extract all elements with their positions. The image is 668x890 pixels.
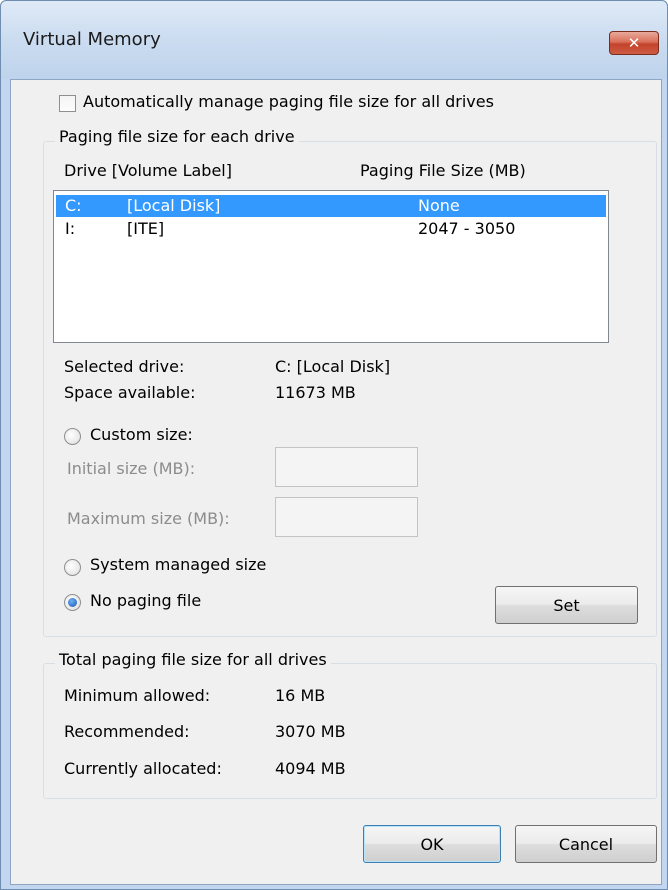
drive-letter: C: xyxy=(65,196,82,215)
drive-volume-label: [ITE] xyxy=(127,219,165,238)
window-title: Virtual Memory xyxy=(23,29,161,50)
cancel-button[interactable]: Cancel xyxy=(515,825,657,863)
space-available-label: Space available: xyxy=(64,383,196,402)
custom-size-label[interactable]: Custom size: xyxy=(90,425,193,444)
selected-drive-value: C: [Local Disk] xyxy=(275,357,391,376)
initial-size-label: Initial size (MB): xyxy=(67,459,196,478)
recommended-label: Recommended: xyxy=(64,722,190,741)
title-bar: Virtual Memory ✕ xyxy=(1,1,667,79)
ok-button[interactable]: OK xyxy=(363,825,501,863)
initial-size-field[interactable] xyxy=(275,447,418,487)
currently-allocated-value: 4094 MB xyxy=(275,759,346,778)
close-button[interactable]: ✕ xyxy=(609,31,659,55)
drive-row-c[interactable]: C: [Local Disk] None xyxy=(56,195,606,217)
drive-paging-size: 2047 - 3050 xyxy=(418,219,516,238)
selected-drive-label: Selected drive: xyxy=(64,357,185,376)
drive-volume-label: [Local Disk] xyxy=(127,196,221,215)
auto-manage-checkbox[interactable] xyxy=(59,95,76,112)
recommended-value: 3070 MB xyxy=(275,722,346,741)
minimum-allowed-value: 16 MB xyxy=(275,686,326,705)
space-available-value: 11673 MB xyxy=(275,383,356,402)
system-managed-radio[interactable] xyxy=(64,559,81,576)
system-managed-label[interactable]: System managed size xyxy=(90,555,266,574)
drive-paging-size: None xyxy=(418,196,460,215)
currently-allocated-label: Currently allocated: xyxy=(64,759,222,778)
custom-size-radio[interactable] xyxy=(64,428,81,445)
close-icon: ✕ xyxy=(627,34,641,52)
paging-group-title: Paging file size for each drive xyxy=(55,127,299,146)
auto-manage-label[interactable]: Automatically manage paging file size fo… xyxy=(83,92,494,111)
size-column-header: Paging File Size (MB) xyxy=(360,161,526,180)
maximum-size-label: Maximum size (MB): xyxy=(67,509,230,528)
set-button[interactable]: Set xyxy=(495,586,638,624)
total-group-title: Total paging file size for all drives xyxy=(55,650,331,669)
no-paging-radio[interactable] xyxy=(64,594,81,611)
drive-column-header: Drive [Volume Label] xyxy=(64,161,232,180)
no-paging-label[interactable]: No paging file xyxy=(90,591,201,610)
drive-list[interactable]: C: [Local Disk] None I: [ITE] 2047 - 305… xyxy=(53,190,609,343)
drive-letter: I: xyxy=(65,219,76,238)
drive-row-i[interactable]: I: [ITE] 2047 - 3050 xyxy=(56,218,606,240)
minimum-allowed-label: Minimum allowed: xyxy=(64,686,211,705)
virtual-memory-dialog: Virtual Memory ✕ Automatically manage pa… xyxy=(0,0,668,890)
maximum-size-field[interactable] xyxy=(275,497,418,537)
